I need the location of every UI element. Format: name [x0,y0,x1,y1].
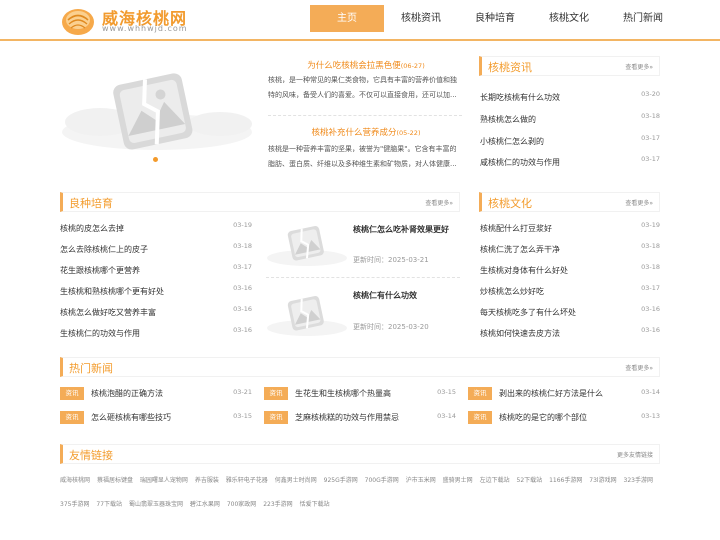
article-thumbnail[interactable] [266,290,348,338]
walnut-logo-icon [62,9,94,35]
divider [268,115,462,116]
friend-link[interactable]: 蜀山翡翠玉器珠宝网 [129,501,183,508]
culture-more-link[interactable]: 查看更多» [625,198,653,207]
feature-title[interactable]: 核桃仁有什么功效 [353,290,417,301]
friend-link[interactable]: 73l游戏网 [589,477,616,484]
list-item[interactable]: 核桃仁洗了怎么弄干净 03-18 [480,242,660,258]
list-item[interactable]: 生核桃仁的功效与作用 03-16 [60,326,252,342]
list-item[interactable]: 核桃如何快速去皮方法 03-16 [480,326,660,342]
friend-link[interactable]: 威海核桃网 [60,477,90,484]
featured-desc-1: 核桃，是一种常见的果仁类食物，它具有丰富的营养价值和独特的风味，备受人们的喜爱。… [268,76,457,99]
hot-news-item[interactable]: 资讯 生花生和生核桃哪个热量高 03-15 [264,387,456,403]
friend-link[interactable]: 77下载站 [96,501,122,508]
featured-title-1[interactable]: 为什么吃核桃会拉黑色便(06-27) [268,59,464,71]
hot-news-item[interactable]: 资讯 怎么砸核桃有哪些技巧 03-15 [60,411,252,427]
featured-title-2[interactable]: 核桃补充什么营养成分(05-22) [268,126,464,138]
feature-title[interactable]: 核桃仁怎么吃补肾效果更好 [353,224,449,235]
nav-breeding[interactable]: 良种培育 [458,5,532,32]
list-item[interactable]: 核桃配什么打豆浆好 03-19 [480,221,660,237]
list-item[interactable]: 生核桃对身体有什么好处 03-18 [480,263,660,279]
friend-link[interactable]: 52下载站 [517,477,543,484]
category-tag: 资讯 [468,387,492,400]
feature-date: 更新时间：2025-03-20 [353,323,429,331]
list-item[interactable]: 核桃的皮怎么去掉 03-19 [60,221,252,237]
friend-link[interactable]: 左边下载站 [480,477,510,484]
list-item[interactable]: 生核桃和熟核桃哪个更有好处 03-16 [60,284,252,300]
hot-news-item[interactable]: 资讯 核桃吃的是它的哪个部位 03-13 [468,411,660,427]
breeding-section-header: 良种培育 查看更多» [60,192,460,212]
article-thumbnail[interactable] [266,220,348,268]
category-tag: 资讯 [264,411,288,424]
section-title: 友情链接 [69,449,113,462]
friend-link[interactable]: 瑞园曙显人宠物网 [140,477,188,484]
hot-news-item[interactable]: 资讯 核桃泡醋的正确方法 03-21 [60,387,252,403]
category-tag: 资讯 [264,387,288,400]
list-item[interactable]: 长期吃核桃有什么功效 03-20 [480,90,660,106]
news-section-header: 核桃资讯 查看更多» [479,56,660,76]
section-title: 良种培育 [69,197,113,210]
friend-link[interactable]: 223手游网 [263,501,292,508]
friend-link[interactable]: 1166手游网 [549,477,582,484]
list-item[interactable]: 熟核桃怎么做的 03-18 [480,112,660,128]
category-tag: 资讯 [468,411,492,424]
section-title: 热门新闻 [69,362,113,375]
list-item[interactable]: 炒核桃怎么炒好吃 03-17 [480,284,660,300]
list-item[interactable]: 小核桃仁怎么剥的 03-17 [480,134,660,150]
divider [266,277,460,278]
friend-link[interactable]: 沪市玉米网 [406,477,436,484]
featured-desc-2: 核桃是一种营养丰富的坚果，被誉为"健脑果"。它含有丰富的脂肪、蛋白质、纤维以及多… [268,145,457,168]
carousel-indicator[interactable] [153,157,158,162]
list-item[interactable]: 每天核桃吃多了有什么坏处 03-16 [480,305,660,321]
section-title: 核桃资讯 [488,61,532,74]
friend-link[interactable]: 碧江水果网 [190,501,220,508]
friend-link[interactable]: 何鑫男士时尚网 [275,477,317,484]
hot-news-more-link[interactable]: 查看更多» [625,363,653,372]
list-item[interactable]: 怎么去除核桃仁上的皮子 03-18 [60,242,252,258]
links-more-link[interactable]: 更多友情链接 [617,450,653,459]
friend-link[interactable]: 700G手游网 [365,477,399,484]
friend-link[interactable]: 323手游网 [624,477,653,484]
section-title: 核桃文化 [488,197,532,210]
nav-hot-news[interactable]: 热门新闻 [606,5,680,32]
friend-links: 威海核桃网 蔡福居标键盘 瑞园曙显人宠物网 养吉服装 雅乐轩电子花器 何鑫男士时… [60,469,660,517]
friend-link[interactable]: 养吉服装 [195,477,219,484]
list-item[interactable]: 核桃怎么做好吃又营养丰富 03-16 [60,305,252,321]
nav-walnut-news[interactable]: 核桃资讯 [384,5,458,32]
friend-link[interactable]: 盛骑男士网 [443,477,473,484]
nav-home[interactable]: 主页 [310,5,384,32]
list-item[interactable]: 花生跟核桃哪个更营养 03-17 [60,263,252,279]
feature-date: 更新时间：2025-03-21 [353,256,429,264]
site-header: 威海核桃网 www.whhwjd.com 主页 核桃资讯 良种培育 核桃文化 热… [0,0,720,41]
links-section-header: 友情链接 更多友情链接 [60,444,660,464]
category-tag: 资讯 [60,387,84,400]
friend-link[interactable]: 蔡福居标键盘 [97,477,133,484]
friend-link[interactable]: 700家政网 [227,501,256,508]
news-more-link[interactable]: 查看更多» [625,62,653,71]
nav-culture[interactable]: 核桃文化 [532,5,606,32]
main-nav: 主页 核桃资讯 良种培育 核桃文化 热门新闻 [310,5,680,32]
culture-section-header: 核桃文化 查看更多» [479,192,660,212]
category-tag: 资讯 [60,411,84,424]
hot-news-item[interactable]: 资讯 芝麻核桃糕的功效与作用禁忌 03-14 [264,411,456,427]
friend-link[interactable]: 925G手游网 [324,477,358,484]
site-logo[interactable]: 威海核桃网 www.whhwjd.com [60,2,240,38]
friend-link[interactable]: 恬爱下载站 [300,501,330,508]
list-item[interactable]: 咸核桃仁的功效与作用 03-17 [480,155,660,171]
hero-image-placeholder[interactable] [60,52,254,166]
friend-link[interactable]: 雅乐轩电子花器 [226,477,268,484]
site-domain: www.whhwjd.com [102,24,188,33]
breeding-more-link[interactable]: 查看更多» [425,198,453,207]
hot-news-section-header: 热门新闻 查看更多» [60,357,660,377]
friend-link[interactable]: 375手游网 [60,501,89,508]
hot-news-item[interactable]: 资讯 剥出来的核桃仁好方法是什么 03-14 [468,387,660,403]
